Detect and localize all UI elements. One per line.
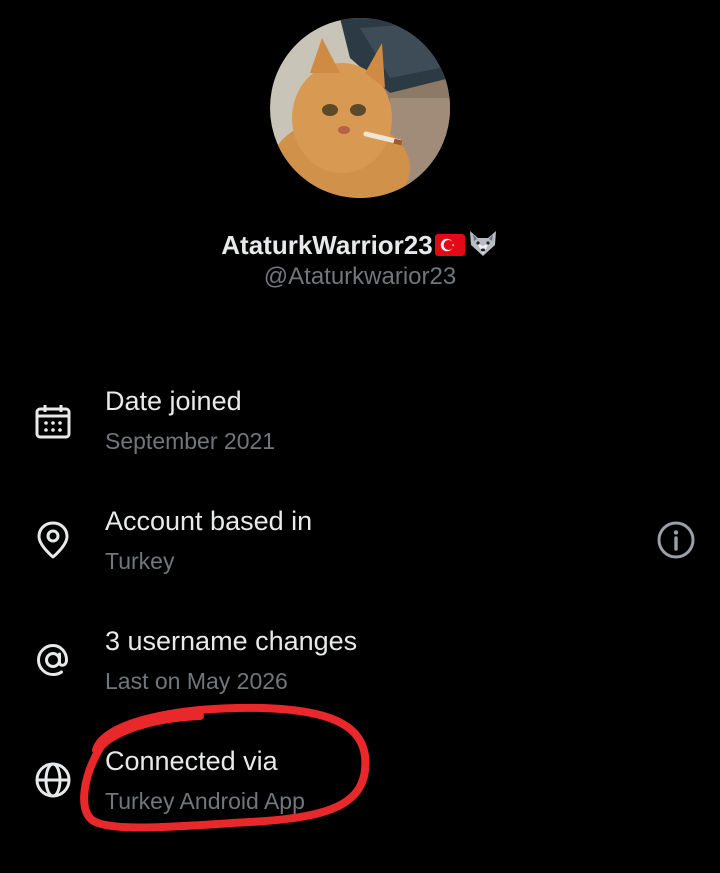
info-row-connected-via: Connected via Turkey Android App <box>0 744 720 844</box>
profile-handle: @Ataturkwarior23 <box>263 263 457 290</box>
info-row-subtitle: Turkey <box>105 548 175 574</box>
display-name: AtaturkWarrior23 <box>221 230 433 260</box>
globe-icon <box>33 760 73 800</box>
profile-avatar[interactable] <box>270 18 450 198</box>
location-pin-icon <box>33 520 73 560</box>
turkey-flag-icon <box>434 230 465 264</box>
info-row-date-joined: Date joined September 2021 <box>0 384 720 484</box>
info-row-subtitle: Last on May 2026 <box>105 668 288 694</box>
wolf-face-icon <box>467 229 499 265</box>
at-sign-icon <box>33 640 73 680</box>
info-row-title: Account based in <box>105 506 313 536</box>
calendar-icon <box>33 402 73 442</box>
info-row-account-based-in: Account based in Turkey <box>0 504 720 604</box>
info-row-title: 3 username changes <box>105 626 358 656</box>
info-row-title: Connected via <box>105 746 278 776</box>
info-row-username-changes: 3 username changes Last on May 2026 <box>0 624 720 724</box>
info-row-title: Date joined <box>105 386 242 416</box>
info-row-subtitle: September 2021 <box>105 428 276 454</box>
display-name-row: AtaturkWarrior23 <box>0 228 720 265</box>
info-button[interactable] <box>654 518 698 562</box>
info-row-subtitle: Turkey Android App <box>105 788 305 814</box>
info-circle-icon <box>657 521 695 559</box>
cat-photo <box>270 18 450 198</box>
